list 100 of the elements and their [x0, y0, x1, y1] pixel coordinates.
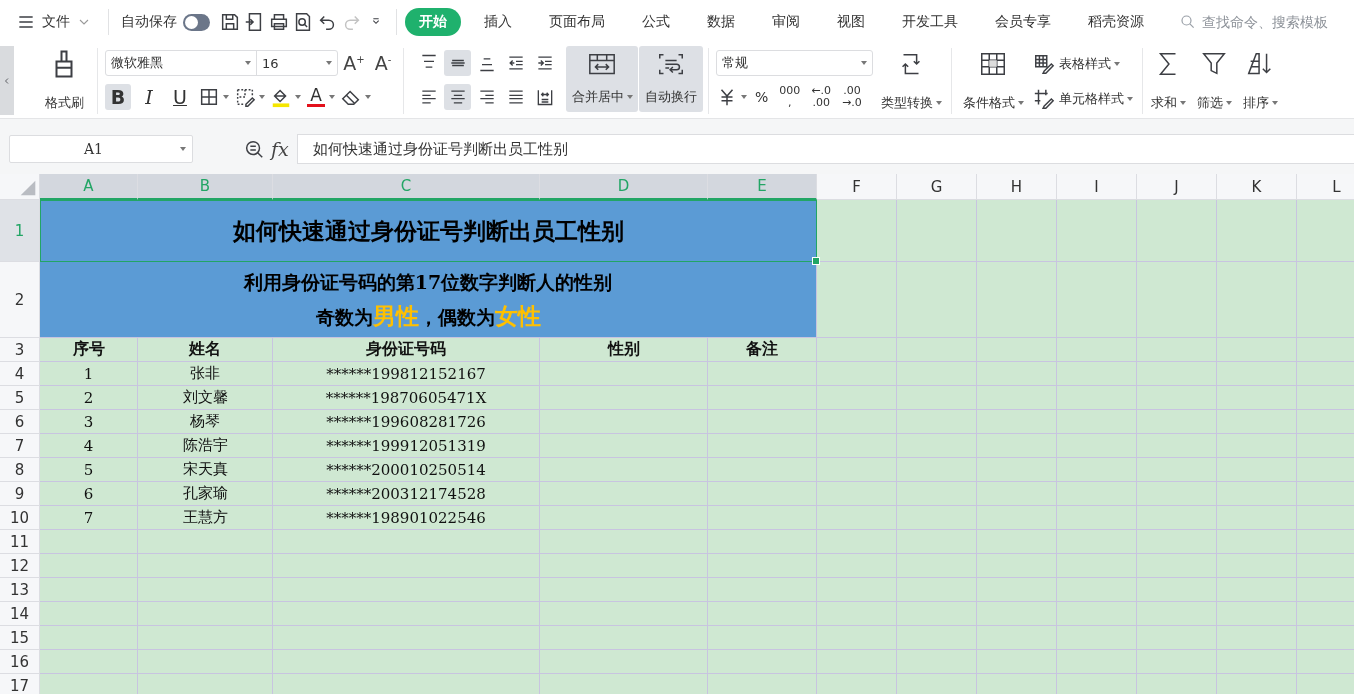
- row-number[interactable]: 5: [0, 386, 40, 410]
- empty-cell[interactable]: [708, 554, 817, 578]
- empty-cell[interactable]: [1137, 200, 1217, 262]
- ribbon-tab[interactable]: 审阅: [757, 8, 814, 36]
- empty-cell[interactable]: [1137, 530, 1217, 554]
- empty-cell[interactable]: [1137, 338, 1217, 362]
- row-number[interactable]: 9: [0, 482, 40, 506]
- empty-cell[interactable]: [540, 650, 708, 674]
- empty-cell[interactable]: [1217, 262, 1297, 338]
- empty-cell[interactable]: [977, 554, 1057, 578]
- table-cell[interactable]: ******198901022546: [273, 506, 540, 530]
- font-size-dropdown[interactable]: 16: [257, 51, 337, 75]
- column-letter[interactable]: H: [977, 174, 1057, 200]
- empty-cell[interactable]: [708, 506, 817, 530]
- ribbon-tab[interactable]: 稻壳资源: [1073, 8, 1158, 36]
- empty-cell[interactable]: [977, 386, 1057, 410]
- autosave-toggle[interactable]: [182, 13, 210, 31]
- empty-cell[interactable]: [1217, 434, 1297, 458]
- table-cell[interactable]: 7: [40, 506, 138, 530]
- fill-handle[interactable]: [812, 257, 820, 265]
- empty-cell[interactable]: [897, 602, 977, 626]
- empty-cell[interactable]: [138, 626, 273, 650]
- table-cell[interactable]: 杨琴: [138, 410, 273, 434]
- empty-cell[interactable]: [1137, 650, 1217, 674]
- cell-style-button[interactable]: 单元格样式: [1033, 87, 1133, 110]
- table-header-cell[interactable]: 姓名: [138, 338, 273, 362]
- empty-cell[interactable]: [977, 506, 1057, 530]
- empty-cell[interactable]: [708, 650, 817, 674]
- ribbon-tab[interactable]: 会员专享: [980, 8, 1065, 36]
- font-name-dropdown[interactable]: 微软雅黑: [106, 51, 257, 75]
- empty-cell[interactable]: [1057, 506, 1137, 530]
- empty-cell[interactable]: [1057, 554, 1137, 578]
- empty-cell[interactable]: [897, 506, 977, 530]
- empty-cell[interactable]: [817, 554, 897, 578]
- collapse-button[interactable]: [0, 46, 14, 115]
- table-header-cell[interactable]: 备注: [708, 338, 817, 362]
- empty-cell[interactable]: [977, 578, 1057, 602]
- empty-cell[interactable]: [897, 362, 977, 386]
- empty-cell[interactable]: [1217, 554, 1297, 578]
- row-number[interactable]: 7: [0, 434, 40, 458]
- align-middle-button[interactable]: [444, 50, 471, 76]
- column-letter[interactable]: G: [897, 174, 977, 200]
- empty-cell[interactable]: [1057, 434, 1137, 458]
- table-cell[interactable]: 王慧方: [138, 506, 273, 530]
- empty-cell[interactable]: [977, 410, 1057, 434]
- table-cell[interactable]: 宋天真: [138, 458, 273, 482]
- sum-button[interactable]: 求和: [1148, 44, 1188, 118]
- empty-cell[interactable]: [708, 578, 817, 602]
- empty-cell[interactable]: [1217, 578, 1297, 602]
- empty-cell[interactable]: [1137, 458, 1217, 482]
- filter-button[interactable]: 筛选: [1194, 44, 1234, 118]
- ribbon-tab[interactable]: 页面布局: [534, 8, 619, 36]
- empty-cell[interactable]: [817, 650, 897, 674]
- empty-cell[interactable]: [977, 458, 1057, 482]
- search-field[interactable]: 查找命令、搜索模板: [1178, 13, 1354, 31]
- ribbon-tab[interactable]: 视图: [822, 8, 879, 36]
- table-cell[interactable]: 6: [40, 482, 138, 506]
- table-cell[interactable]: ******200010250514: [273, 458, 540, 482]
- empty-cell[interactable]: [273, 578, 540, 602]
- empty-cell[interactable]: [708, 530, 817, 554]
- empty-cell[interactable]: [1137, 602, 1217, 626]
- empty-cell[interactable]: [540, 626, 708, 650]
- table-cell[interactable]: ******199608281726: [273, 410, 540, 434]
- empty-cell[interactable]: [897, 338, 977, 362]
- table-cell[interactable]: 陈浩宇: [138, 434, 273, 458]
- empty-cell[interactable]: [138, 554, 273, 578]
- empty-cell[interactable]: [817, 458, 897, 482]
- empty-cell[interactable]: [817, 482, 897, 506]
- underline-button[interactable]: U: [167, 84, 193, 110]
- column-letter[interactable]: J: [1137, 174, 1217, 200]
- empty-cell[interactable]: [1217, 530, 1297, 554]
- empty-cell[interactable]: [977, 626, 1057, 650]
- font-size-button[interactable]: A$^{-}$: [370, 52, 396, 74]
- type-convert-button[interactable]: 类型转换: [876, 44, 946, 118]
- empty-cell[interactable]: [897, 530, 977, 554]
- empty-cell[interactable]: [540, 434, 708, 458]
- empty-cell[interactable]: [1137, 434, 1217, 458]
- empty-cell[interactable]: [817, 578, 897, 602]
- empty-cell[interactable]: [540, 602, 708, 626]
- empty-cell[interactable]: [817, 362, 897, 386]
- empty-cell[interactable]: [273, 602, 540, 626]
- empty-cell[interactable]: [138, 578, 273, 602]
- empty-cell[interactable]: [977, 530, 1057, 554]
- italic-button[interactable]: I: [136, 84, 162, 110]
- empty-cell[interactable]: [1217, 482, 1297, 506]
- empty-cell[interactable]: [1217, 650, 1297, 674]
- empty-cell[interactable]: [977, 362, 1057, 386]
- font-size-button[interactable]: A$^{+}$: [341, 52, 367, 74]
- empty-cell[interactable]: [1057, 482, 1137, 506]
- empty-cell[interactable]: [1137, 262, 1217, 338]
- empty-cell[interactable]: [1057, 578, 1137, 602]
- row-number[interactable]: 11: [0, 530, 40, 554]
- empty-cell[interactable]: [708, 362, 817, 386]
- empty-cell[interactable]: [708, 386, 817, 410]
- bold-button[interactable]: B: [105, 84, 131, 110]
- empty-cell[interactable]: [138, 530, 273, 554]
- table-header-cell[interactable]: 序号: [40, 338, 138, 362]
- empty-cell[interactable]: [1217, 506, 1297, 530]
- empty-cell[interactable]: [708, 626, 817, 650]
- column-letter[interactable]: F: [817, 174, 897, 200]
